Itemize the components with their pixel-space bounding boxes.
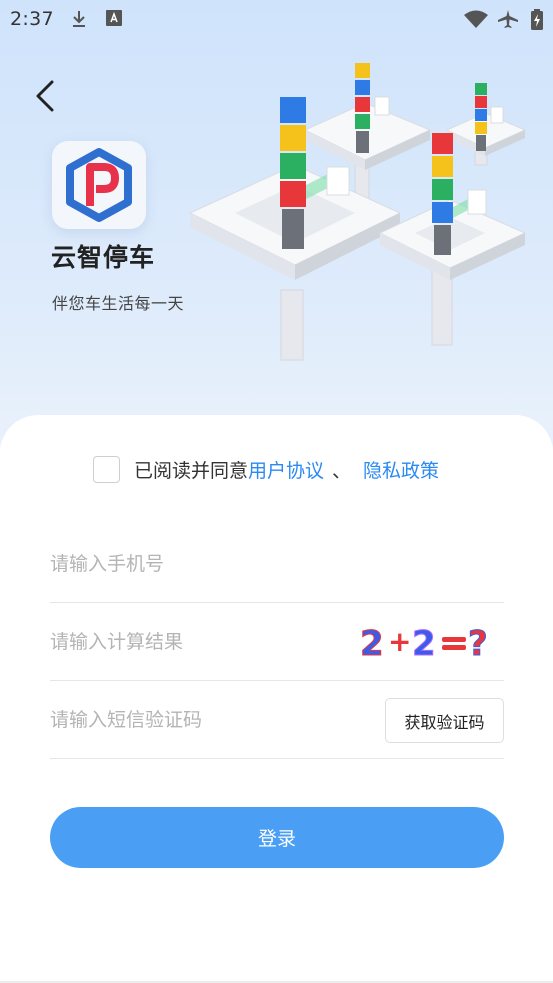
- battery-icon: [530, 9, 544, 35]
- parking-logo-icon: [66, 148, 132, 222]
- download-icon: [70, 9, 88, 33]
- wifi-icon: [463, 9, 489, 33]
- app-name: 云智停车: [51, 243, 156, 272]
- agreement-separator: 、: [332, 459, 352, 482]
- sms-field-row: 获取验证码: [50, 681, 504, 759]
- status-bar: 2:37: [0, 0, 553, 38]
- captcha-plus: +: [388, 625, 411, 658]
- phone-input[interactable]: [50, 525, 350, 602]
- user-agreement-link[interactable]: 用户协议: [248, 456, 324, 483]
- agreement-row: 已阅读并同意 用户协议 、 隐私政策: [93, 454, 439, 484]
- parking-illustration: [185, 55, 535, 385]
- captcha-digit-2: 2: [412, 624, 436, 663]
- calc-field-row: 2 + 2 ?: [50, 603, 504, 681]
- keyboard-icon: [105, 9, 123, 31]
- app-slogan: 伴您车生活每一天: [52, 294, 185, 313]
- app-logo: [52, 141, 146, 229]
- captcha-question: ?: [468, 624, 488, 663]
- captcha-image[interactable]: 2 + 2 ?: [358, 621, 494, 665]
- phone-field-row: [50, 525, 504, 603]
- get-code-button[interactable]: 获取验证码: [385, 698, 504, 743]
- captcha-digit-1: 2: [360, 624, 384, 663]
- agreement-checkbox[interactable]: [93, 455, 120, 483]
- status-time: 2:37: [10, 8, 54, 30]
- agreement-prefix: 已阅读并同意: [134, 459, 249, 482]
- privacy-policy-link[interactable]: 隐私政策: [363, 456, 439, 483]
- calc-result-input[interactable]: [50, 603, 330, 680]
- chevron-left-icon: [36, 80, 54, 112]
- login-button[interactable]: 登录: [50, 807, 504, 868]
- airplane-icon: [497, 9, 519, 33]
- sms-code-input[interactable]: [50, 681, 350, 758]
- back-button[interactable]: [28, 74, 68, 118]
